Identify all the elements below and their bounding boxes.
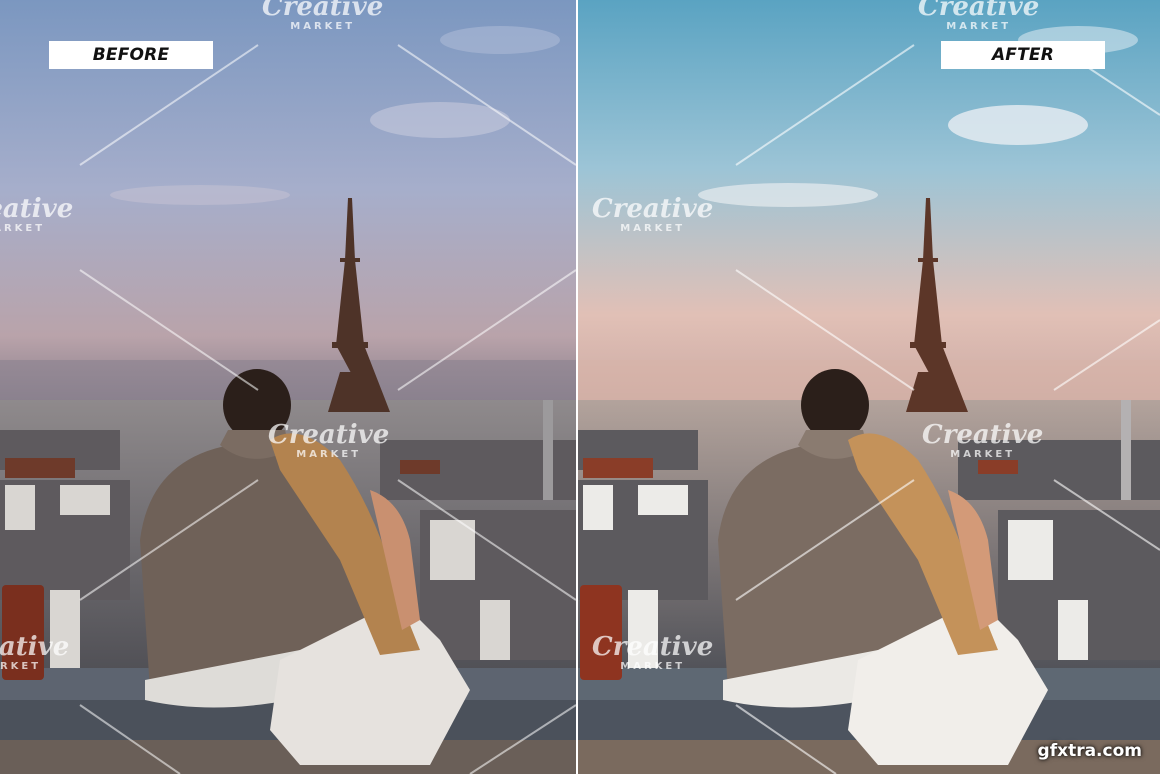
before-photo-image [0,0,576,774]
before-label: BEFORE [49,41,213,69]
site-watermark: gfxtra.com [1037,741,1142,761]
before-after-comparison: BEFORE AFTER Creative MARKET Creative MARK… [0,0,1160,774]
after-photo-image [578,0,1160,774]
before-photo [0,0,576,774]
after-photo [578,0,1160,774]
after-label: AFTER [941,41,1105,69]
